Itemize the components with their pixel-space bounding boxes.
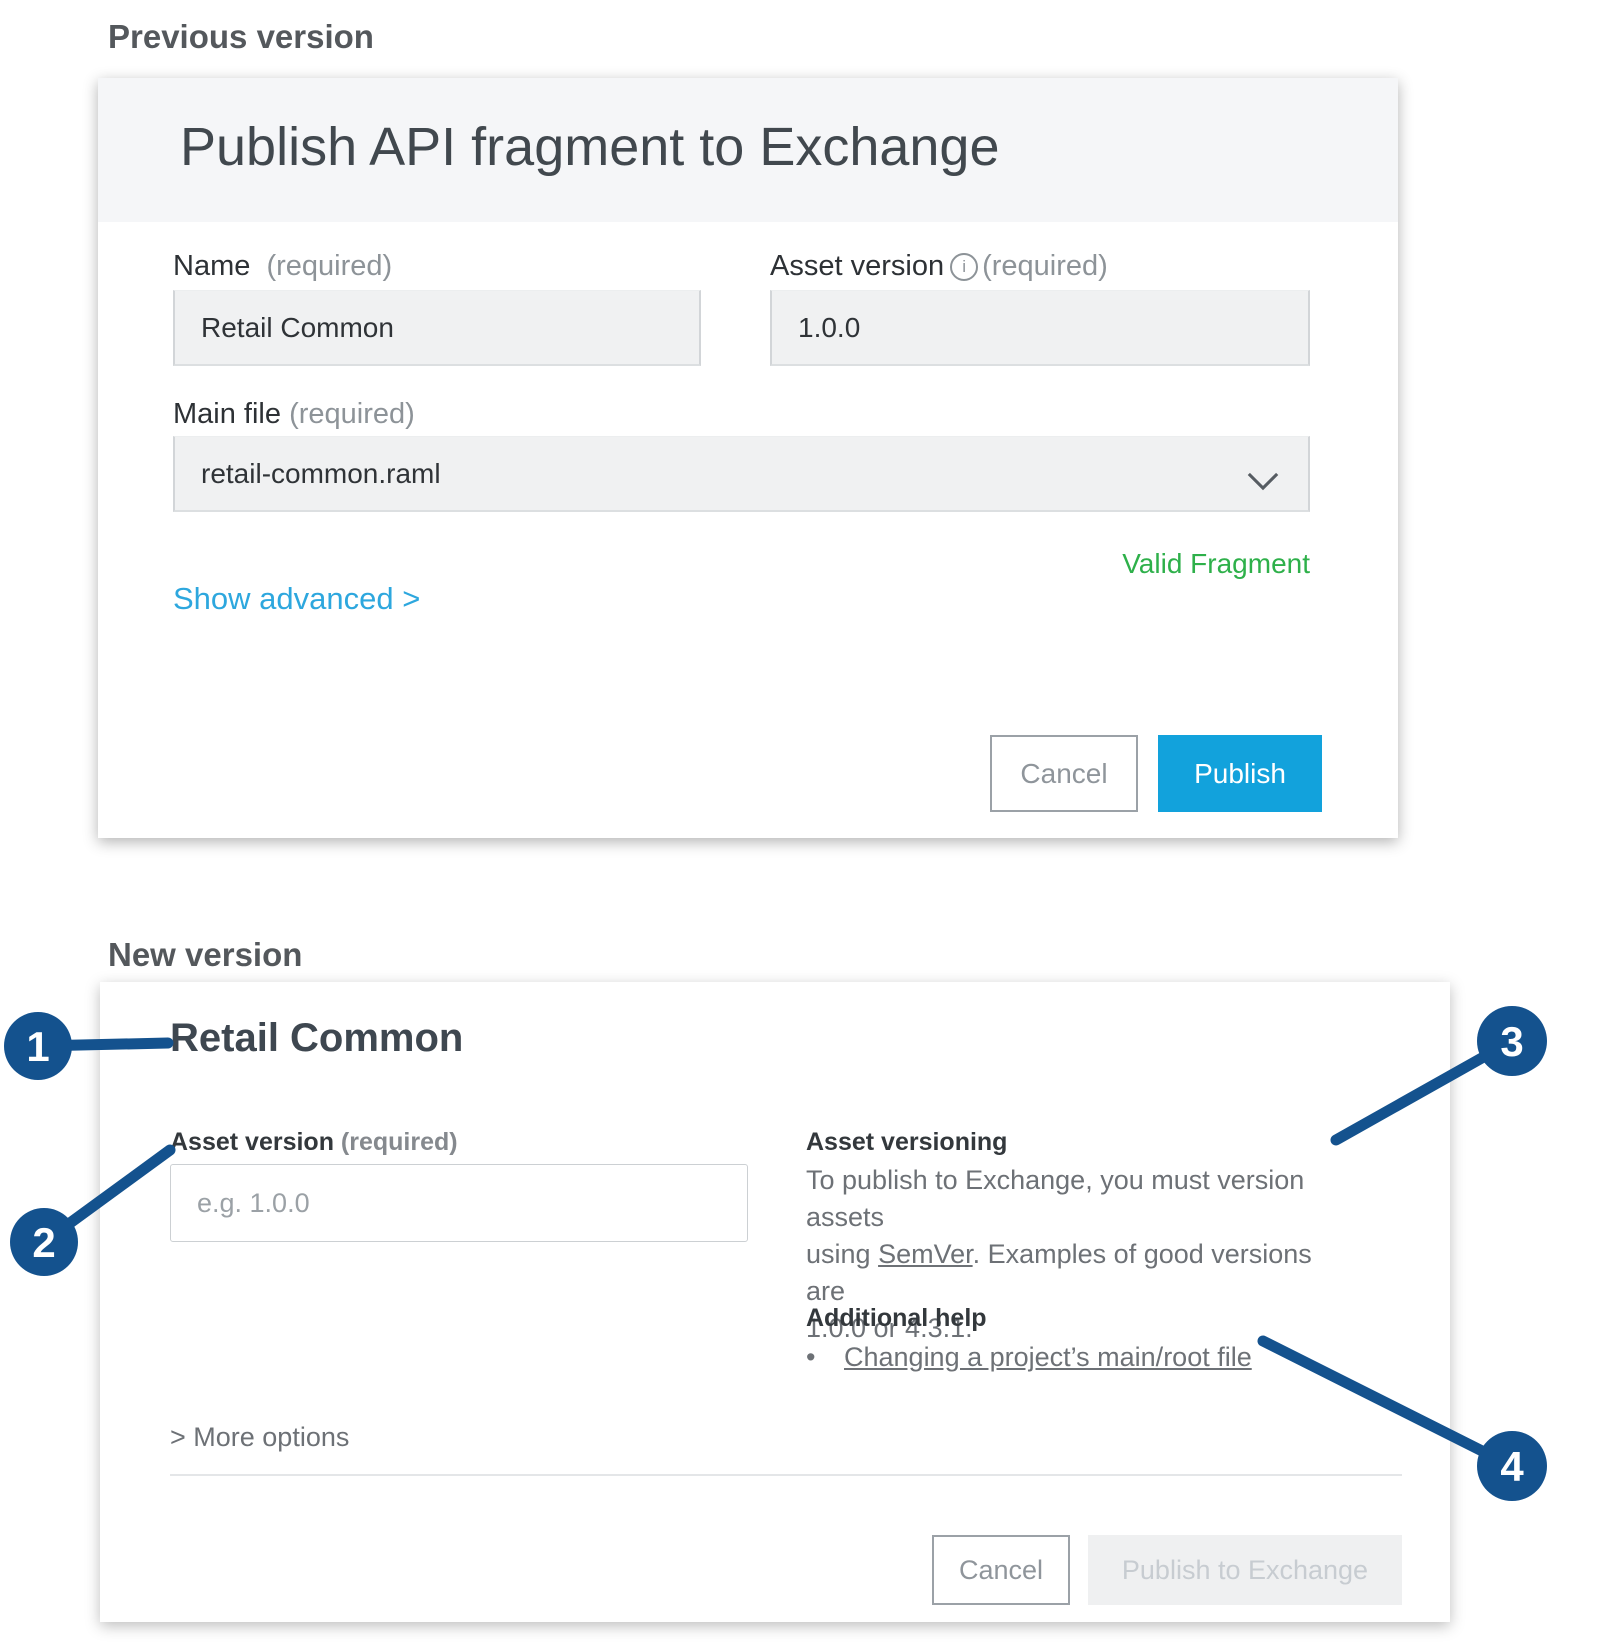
- callout-number-2: 2: [32, 1219, 55, 1266]
- callout-badge-4: [1477, 1431, 1547, 1501]
- main-file-label-text: Main file: [173, 398, 281, 430]
- semver-link[interactable]: SemVer: [878, 1239, 973, 1269]
- callout-badge-2: [10, 1208, 78, 1276]
- name-label-text: Name: [173, 250, 250, 282]
- main-file-value: retail-common.raml: [201, 458, 441, 490]
- callout-number-4: 4: [1500, 1443, 1524, 1490]
- new-version-heading: New version: [108, 936, 302, 974]
- previous-version-heading: Previous version: [108, 18, 374, 56]
- additional-help-item: •Changing a project’s main/root file: [806, 1342, 1252, 1373]
- asset-version-label-text: Asset version: [170, 1128, 334, 1156]
- dialog-header: Publish API fragment to Exchange: [98, 78, 1398, 222]
- publish-button[interactable]: Publish: [1158, 735, 1322, 812]
- asset-version-required-text: (required): [341, 1128, 458, 1156]
- help-line-2: using SemVer. Examples of good versions …: [806, 1236, 1351, 1310]
- main-file-dropdown[interactable]: retail-common.raml: [173, 436, 1310, 512]
- valid-fragment-status: Valid Fragment: [1122, 548, 1310, 580]
- info-icon[interactable]: i: [950, 253, 978, 281]
- asset-version-required-text: (required): [982, 250, 1108, 282]
- publish-to-exchange-button-disabled[interactable]: Publish to Exchange: [1088, 1535, 1402, 1605]
- asset-versioning-heading: Asset versioning: [806, 1128, 1007, 1157]
- asset-version-input[interactable]: [170, 1164, 748, 1242]
- cancel-button[interactable]: Cancel: [990, 735, 1138, 812]
- bullet-icon: •: [806, 1342, 844, 1373]
- main-file-field-label: Main file (required): [173, 398, 415, 431]
- dialog-title: Retail Common: [170, 1016, 463, 1061]
- dialog-title: Publish API fragment to Exchange: [180, 116, 1000, 178]
- callout-number-1: 1: [26, 1023, 49, 1070]
- callout-number-3: 3: [1500, 1018, 1523, 1065]
- asset-version-label-text: Asset version: [770, 250, 944, 282]
- name-field-label: Name (required): [173, 250, 392, 283]
- publish-api-fragment-dialog: Publish API fragment to Exchange Name (r…: [98, 78, 1398, 838]
- main-file-required-text: (required): [289, 398, 415, 430]
- publish-to-exchange-dialog: Retail Common Asset version (required) A…: [100, 982, 1450, 1622]
- asset-version-field-label: Asset version (required): [170, 1128, 458, 1157]
- additional-help-heading: Additional help: [806, 1304, 987, 1333]
- show-advanced-link[interactable]: Show advanced >: [173, 581, 420, 617]
- name-input[interactable]: [173, 290, 701, 366]
- chevron-down-icon: [1246, 466, 1280, 498]
- asset-version-input[interactable]: [770, 290, 1310, 366]
- callout-badge-3: [1477, 1006, 1547, 1076]
- help-line-1: To publish to Exchange, you must version…: [806, 1162, 1351, 1236]
- more-options-link[interactable]: > More options: [170, 1422, 349, 1453]
- changing-root-file-link[interactable]: Changing a project’s main/root file: [844, 1342, 1252, 1372]
- callout-badge-1: [4, 1012, 72, 1080]
- footer-divider: [170, 1474, 1402, 1476]
- cancel-button[interactable]: Cancel: [932, 1535, 1070, 1605]
- asset-version-field-label: Asset versioni(required): [770, 250, 1108, 283]
- name-required-text: (required): [266, 250, 392, 282]
- help-line-2-pre: using: [806, 1239, 878, 1269]
